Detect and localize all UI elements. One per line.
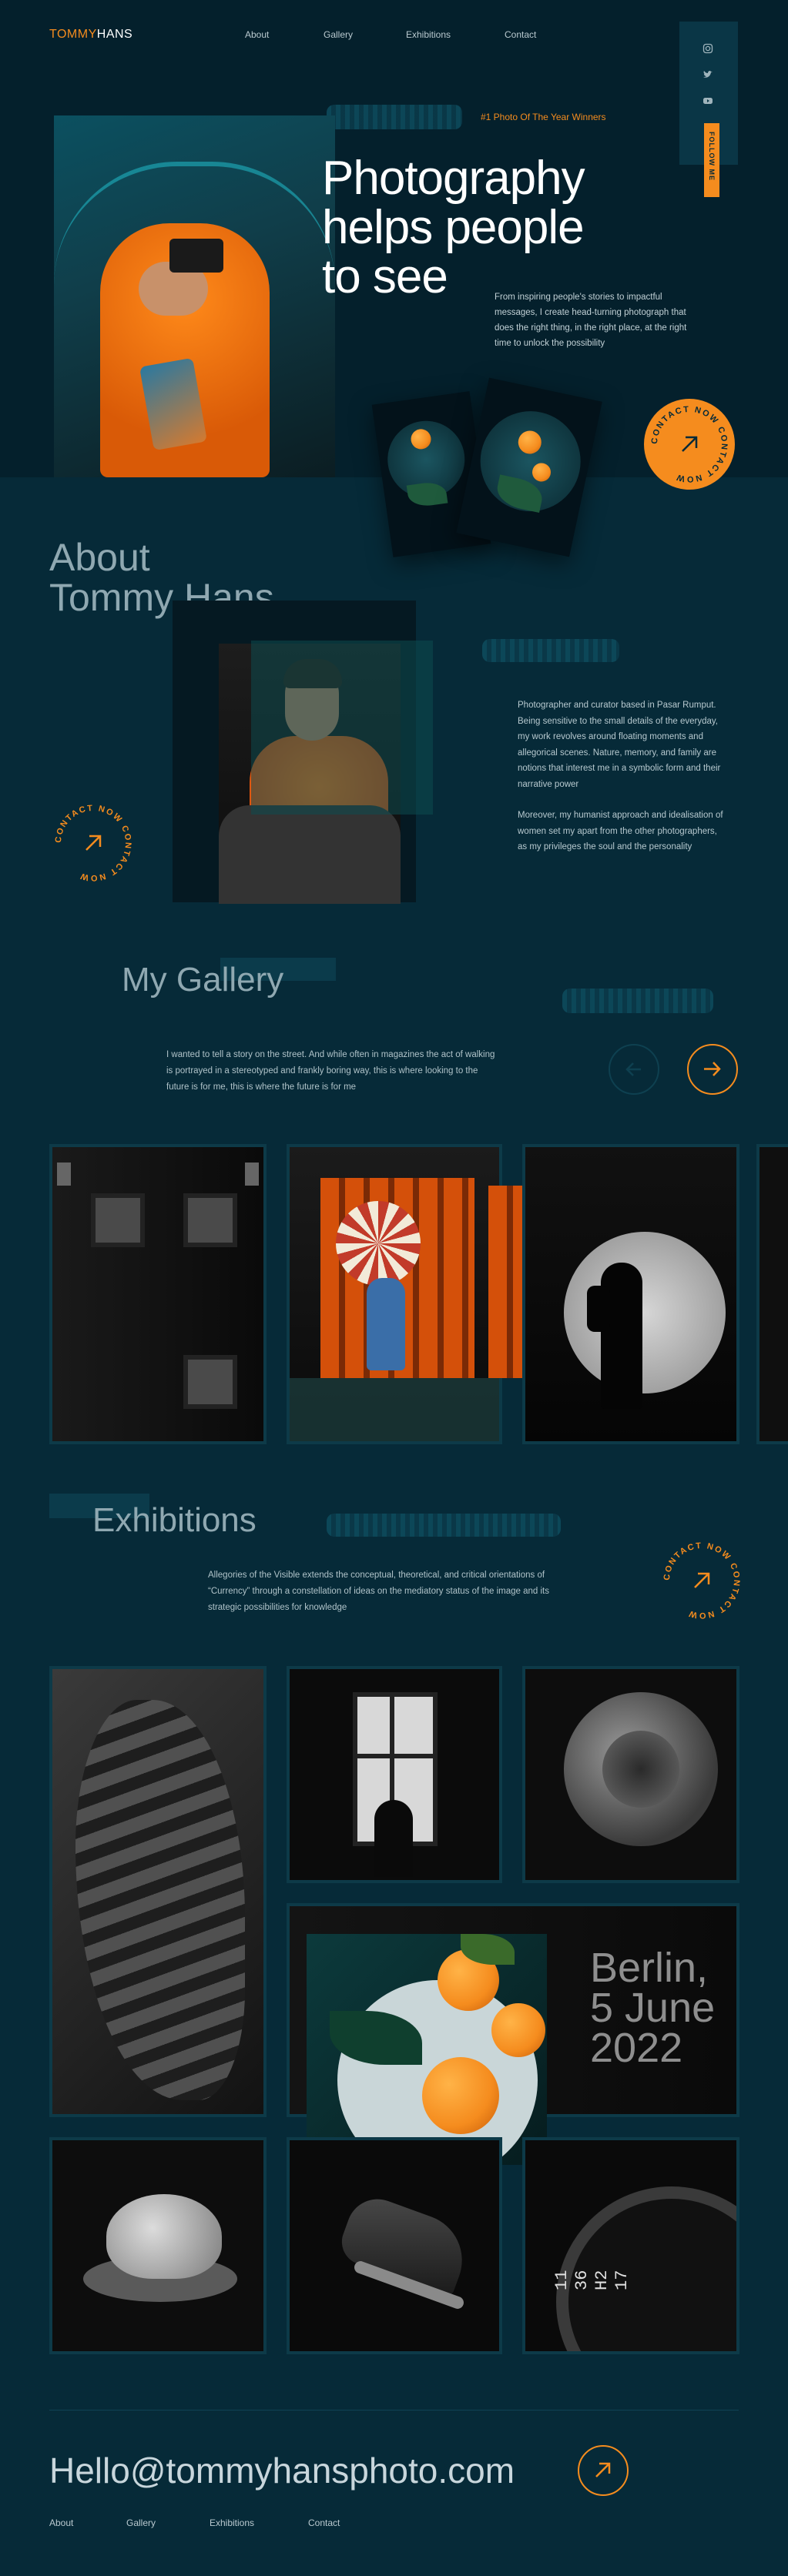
contact-now-badge-exhibitions[interactable]: CONTACT NOW CONTACT NOW xyxy=(656,1535,747,1626)
event-date: Berlin, 5 June 2022 xyxy=(590,1945,716,2071)
watch-display: 11 36 H2 17 xyxy=(552,2270,632,2290)
about-paragraph-1: Photographer and curator based in Pasar … xyxy=(518,701,721,789)
event-city: Berlin, xyxy=(590,1945,709,1991)
exhibitions-description: Allegories of the Visible extends the co… xyxy=(208,1571,549,1612)
gallery-photo-next[interactable] xyxy=(756,1144,788,1444)
exhibition-photo-watch[interactable]: 11 36 H2 17 xyxy=(522,2137,739,2354)
arrow-right-icon xyxy=(704,1062,721,1076)
gallery-title: My Gallery xyxy=(122,961,284,999)
portrait-teal-overlay xyxy=(251,641,433,815)
gallery-description: I wanted to tell a story on the street. … xyxy=(166,1050,495,1092)
instagram-icon[interactable] xyxy=(701,43,715,57)
exhibition-photo-marble-head[interactable] xyxy=(49,2137,267,2354)
brand-logo[interactable]: TOMMYHANS xyxy=(49,28,132,42)
brand-last: HANS xyxy=(96,28,133,41)
exhibition-photo-window[interactable] xyxy=(287,1666,502,1883)
footer-nav-gallery[interactable]: Gallery xyxy=(126,2517,156,2528)
award-badge-text: #1 Photo Of The Year Winners xyxy=(481,112,606,122)
hero-description: From inspiring people's stories to impac… xyxy=(495,293,687,348)
follow-me-tab[interactable]: FOLLOW ME xyxy=(704,123,719,197)
about-title-line1: About xyxy=(49,536,150,579)
brand-first: TOMMY xyxy=(49,28,97,41)
contact-now-badge-about[interactable]: CONTACT NOW CONTACT NOW xyxy=(48,798,139,888)
texture-strip xyxy=(482,639,619,662)
arrow-up-right-icon xyxy=(694,1572,710,1588)
gallery-photo-silhouette[interactable] xyxy=(522,1144,739,1444)
twitter-icon[interactable] xyxy=(701,69,715,83)
event-day: 5 June xyxy=(590,1985,716,2031)
youtube-icon[interactable] xyxy=(701,95,715,109)
nav-gallery[interactable]: Gallery xyxy=(324,29,353,40)
texture-strip xyxy=(562,989,713,1013)
contact-email-link[interactable]: Hello@tommyhansphoto.com xyxy=(49,2450,515,2491)
exhibition-photo-sculpture-folds[interactable] xyxy=(49,1666,267,2117)
exhibition-photo-sneaker[interactable] xyxy=(287,2137,502,2354)
about-paragraph-2: Moreover, my humanist approach and ideal… xyxy=(518,811,723,851)
gallery-next-button[interactable] xyxy=(687,1044,738,1095)
exhibition-oranges-image xyxy=(307,1934,547,2165)
arrow-left-icon xyxy=(625,1062,641,1076)
arrow-up-right-icon xyxy=(682,436,698,452)
arrow-up-right-icon xyxy=(595,2462,611,2477)
footer-nav-exhibitions[interactable]: Exhibitions xyxy=(210,2517,254,2528)
gallery-photo-building[interactable] xyxy=(49,1144,267,1444)
nav-contact[interactable]: Contact xyxy=(505,29,536,40)
contact-now-badge-hero[interactable]: CONTACT NOW CONTACT NOW xyxy=(644,399,735,490)
nav-about[interactable]: About xyxy=(245,29,269,40)
footer-nav-contact[interactable]: Contact xyxy=(308,2517,340,2528)
nav-exhibitions[interactable]: Exhibitions xyxy=(406,29,451,40)
email-arrow-button[interactable] xyxy=(578,2445,629,2496)
hero-title-line1: Photography xyxy=(322,152,585,205)
exhibition-photo-rose[interactable] xyxy=(522,1666,739,1883)
exhibitions-title: Exhibitions xyxy=(92,1501,257,1539)
texture-strip xyxy=(327,1514,561,1537)
texture-strip xyxy=(327,105,462,129)
about-text: Photographer and curator based in Pasar … xyxy=(518,698,726,855)
follow-me-label: FOLLOW ME xyxy=(708,132,716,181)
hero-photographer-image xyxy=(54,115,335,477)
hero-title-line2: helps people xyxy=(322,201,585,254)
event-year: 2022 xyxy=(590,2025,683,2071)
gallery-prev-button[interactable] xyxy=(609,1044,659,1095)
hero-title: Photography helps people to see xyxy=(322,154,585,302)
gallery-photo-umbrella[interactable] xyxy=(287,1144,502,1444)
arrow-up-right-icon xyxy=(86,835,102,851)
footer-nav-about[interactable]: About xyxy=(49,2517,73,2528)
